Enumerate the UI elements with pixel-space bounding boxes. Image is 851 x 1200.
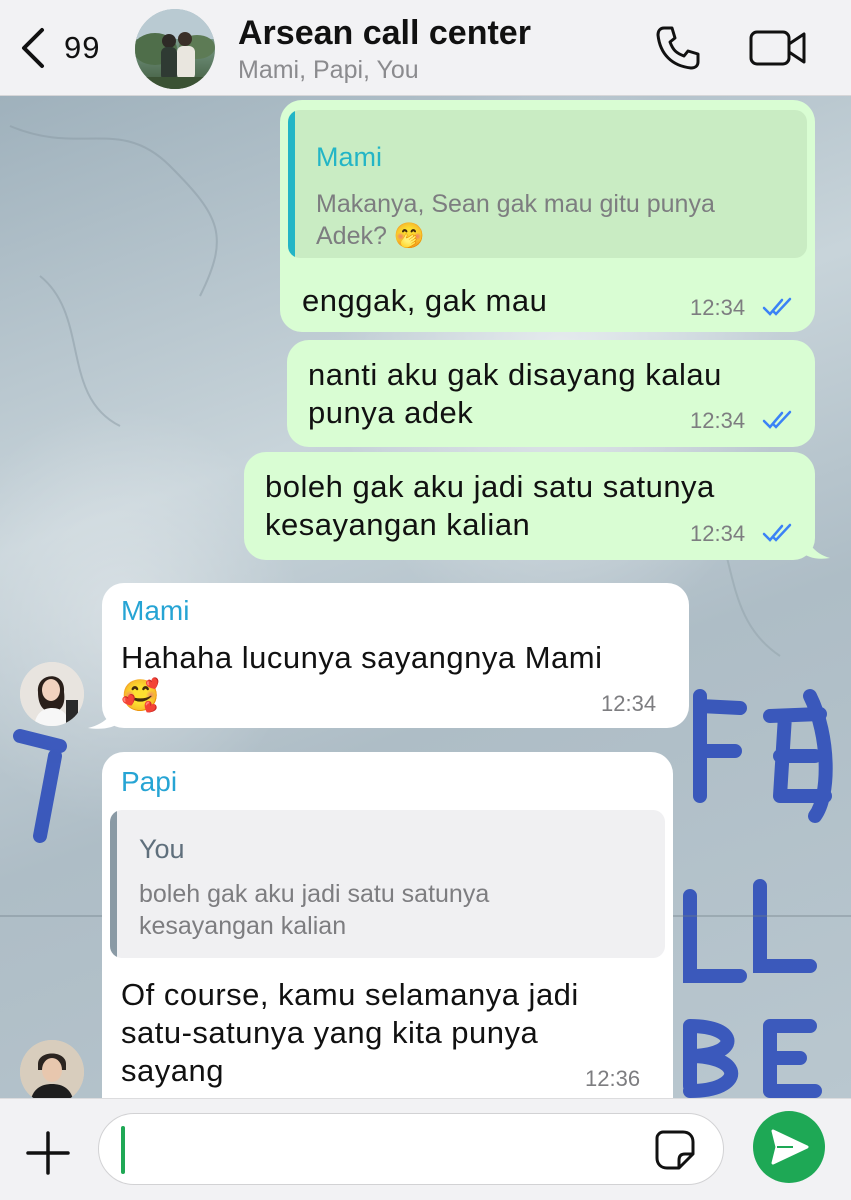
message-bubble-incoming[interactable]: Mami Hahaha lucunya sayangnya Mami 🥰 12:…: [102, 583, 689, 728]
quoted-message[interactable]: Mami Makanya, Sean gak mau gitu punya Ad…: [288, 110, 807, 258]
quoted-message[interactable]: You boleh gak aku jadi satu satunya kesa…: [110, 810, 665, 958]
message-bubble-outgoing[interactable]: nanti aku gak disayang kalau punya adek …: [287, 340, 815, 447]
quote-text-line: boleh gak aku jadi satu satunya: [139, 880, 490, 908]
avatar[interactable]: [20, 1040, 84, 1104]
message-bubble-outgoing[interactable]: Mami Makanya, Sean gak mau gitu punya Ad…: [280, 100, 815, 332]
message-text-line: sayang: [121, 1053, 224, 1088]
double-check-icon: [762, 297, 792, 316]
quote-text-line: Adek? 🤭: [316, 222, 425, 250]
quote-sender: Mami: [316, 142, 382, 172]
phone-icon[interactable]: [654, 24, 702, 72]
message-time: 12:34: [690, 295, 746, 320]
quote-bar: [288, 110, 295, 258]
avatar[interactable]: [20, 662, 84, 726]
send-icon: [771, 1129, 809, 1165]
chevron-left-icon: [22, 28, 44, 68]
message-time: 12:34: [601, 691, 657, 716]
message-text-line: nanti aku gak disayang kalau: [308, 357, 722, 392]
message-bubble-outgoing[interactable]: boleh gak aku jadi satu satunya kesayang…: [244, 452, 815, 560]
unread-count: 99: [64, 30, 101, 65]
quote-bar: [110, 810, 117, 958]
sticker-icon[interactable]: [655, 1130, 695, 1170]
group-avatar[interactable]: [135, 9, 215, 89]
chat-participants[interactable]: Mami, Papi, You: [238, 56, 419, 85]
message-text-line: satu-satunya yang kita punya: [121, 1015, 539, 1050]
chat-title[interactable]: Arsean call center: [238, 14, 531, 53]
message-text-line: Hahaha lucunya sayangnya Mami: [121, 640, 603, 675]
message-time: 12:34: [690, 521, 746, 546]
back-button[interactable]: 99: [18, 22, 118, 74]
send-button[interactable]: [753, 1111, 825, 1183]
plus-icon[interactable]: [24, 1129, 72, 1177]
chat-header: 99 Arsean call center Mami, Papi, You: [0, 0, 851, 96]
message-text-line: Of course, kamu selamanya jadi: [121, 977, 579, 1012]
message-bubble-incoming[interactable]: Papi You boleh gak aku jadi satu satunya…: [102, 752, 673, 1098]
message-text-line: 🥰: [121, 678, 161, 713]
double-check-icon: [762, 523, 792, 542]
quote-text-line: Makanya, Sean gak mau gitu punya: [316, 190, 715, 218]
message-time: 12:36: [585, 1066, 641, 1091]
composer-bar: [0, 1098, 851, 1200]
text-cursor: [121, 1126, 125, 1174]
message-sender[interactable]: Papi: [121, 766, 177, 798]
message-time: 12:34: [690, 408, 746, 433]
message-sender[interactable]: Mami: [121, 595, 189, 627]
message-text-line: punya adek: [308, 395, 474, 430]
quote-text-line: kesayangan kalian: [139, 912, 347, 940]
video-camera-icon[interactable]: [748, 24, 808, 72]
message-input[interactable]: [98, 1113, 724, 1185]
message-text-line: kesayangan kalian: [265, 507, 531, 542]
message-text-line: boleh gak aku jadi satu satunya: [265, 469, 715, 504]
quote-sender: You: [139, 834, 185, 864]
double-check-icon: [762, 410, 792, 429]
message-text-line: enggak, gak mau: [302, 283, 548, 318]
